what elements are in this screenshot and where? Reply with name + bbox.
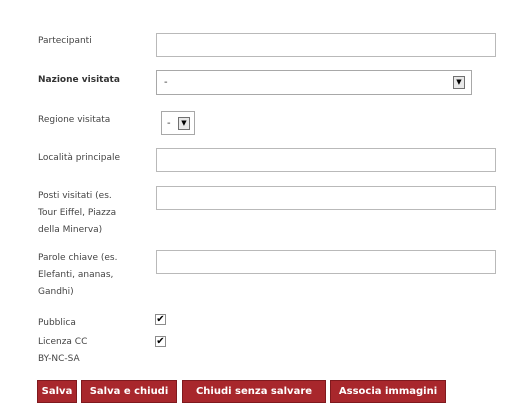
pubblica-label: Pubblica (38, 318, 76, 328)
regione-visitata-select[interactable]: - ▼ (161, 111, 195, 135)
pubblica-checkbox[interactable]: ✔ (155, 314, 166, 325)
regione-visitata-selected-value: - (167, 118, 171, 129)
nazione-visitata-selected-value: - (164, 77, 168, 88)
posti-visitati-label-line: Tour Eiffel, Piazza (38, 208, 117, 218)
parole-chiave-input[interactable] (156, 250, 496, 274)
salva-e-chiudi-button[interactable]: Salva e chiudi (81, 380, 177, 403)
licenza-cc-label-line: BY-NC-SA (38, 354, 80, 364)
nazione-visitata-label: Nazione visitata (38, 75, 120, 85)
dropdown-arrow-icon[interactable]: ▼ (453, 76, 465, 89)
parole-chiave-label-line: Gandhi) (38, 287, 74, 297)
posti-visitati-input[interactable] (156, 186, 496, 210)
nazione-visitata-select[interactable]: - ▼ (156, 70, 472, 95)
parole-chiave-label: Parole chiave (es. Elefanti, ananas, Gan… (38, 250, 148, 301)
parole-chiave-label-line: Elefanti, ananas, (38, 270, 114, 280)
parole-chiave-label-line: Parole chiave (es. (38, 253, 118, 263)
localita-principale-input[interactable] (156, 148, 496, 172)
licenza-cc-label-line: Licenza CC (38, 337, 88, 347)
chiudi-senza-salvare-button[interactable]: Chiudi senza salvare (182, 380, 326, 403)
licenza-cc-label: Licenza CC BY-NC-SA (38, 334, 148, 368)
localita-principale-label: Località principale (38, 153, 121, 163)
travel-form: Partecipanti Nazione visitata - ▼ Region… (0, 0, 531, 415)
partecipanti-label: Partecipanti (38, 36, 92, 46)
dropdown-arrow-icon[interactable]: ▼ (178, 117, 190, 130)
associa-immagini-button[interactable]: Associa immagini (330, 380, 446, 403)
salva-button[interactable]: Salva (37, 380, 77, 403)
posti-visitati-label-line: Posti visitati (es. (38, 191, 112, 201)
licenza-cc-checkbox[interactable]: ✔ (155, 336, 166, 347)
posti-visitati-label: Posti visitati (es. Tour Eiffel, Piazza … (38, 188, 148, 239)
partecipanti-input[interactable] (156, 33, 496, 57)
posti-visitati-label-line: della Minerva) (38, 225, 103, 235)
regione-visitata-label: Regione visitata (38, 115, 111, 125)
